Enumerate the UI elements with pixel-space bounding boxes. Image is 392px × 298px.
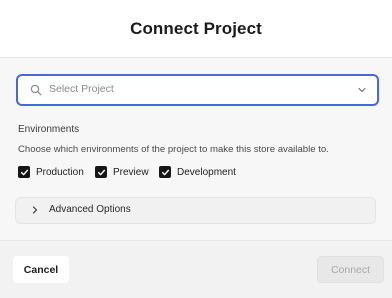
advanced-options-label: Advanced Options xyxy=(49,204,131,215)
checkbox-development[interactable]: Development xyxy=(159,165,236,179)
project-select[interactable]: Select Project xyxy=(16,74,379,106)
checkbox-label-production: Production xyxy=(36,166,84,178)
cancel-button[interactable]: Cancel xyxy=(13,256,69,283)
checkbox-checked-icon[interactable] xyxy=(18,166,30,178)
dialog-title: Connect Project xyxy=(130,18,262,38)
checkbox-checked-icon[interactable] xyxy=(159,166,171,178)
dialog-body: Select Project Environments Choose which… xyxy=(0,58,392,240)
connect-button[interactable]: Connect xyxy=(317,256,384,283)
checkbox-label-preview: Preview xyxy=(113,166,149,178)
chevron-right-icon xyxy=(32,206,38,214)
connect-project-dialog: Connect Project Select Project Environme… xyxy=(0,0,392,298)
checkbox-production[interactable]: Production xyxy=(18,165,84,179)
chevron-down-icon[interactable] xyxy=(357,85,367,95)
dialog-footer: Cancel Connect xyxy=(0,240,392,298)
checkbox-preview[interactable]: Preview xyxy=(95,165,149,179)
environments-heading: Environments xyxy=(18,124,80,135)
checkbox-label-development: Development xyxy=(177,166,236,178)
dialog-header: Connect Project xyxy=(0,0,392,58)
search-icon xyxy=(30,84,42,96)
environments-description: Choose which environments of the project… xyxy=(18,144,329,155)
checkbox-checked-icon[interactable] xyxy=(95,166,107,178)
advanced-options-toggle[interactable]: Advanced Options xyxy=(15,197,376,224)
project-select-placeholder: Select Project xyxy=(49,83,114,95)
